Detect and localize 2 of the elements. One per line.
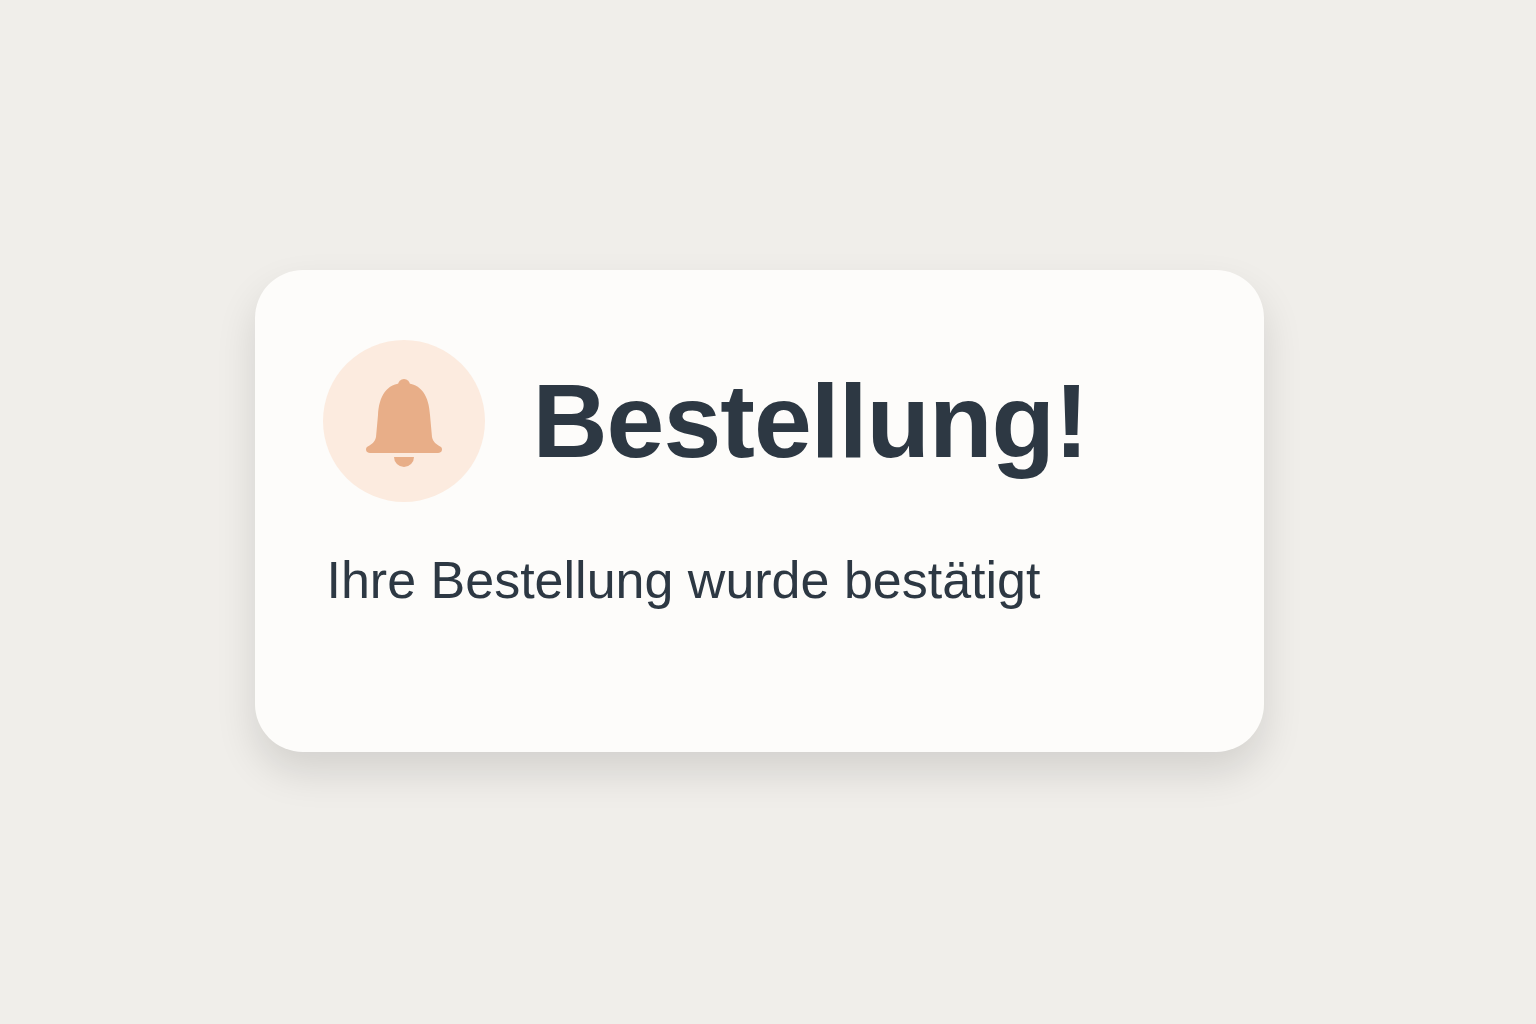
notification-message: Ihre Bestellung wurde bestätigt xyxy=(326,550,1042,610)
notification-title: Bestellung! xyxy=(532,361,1088,481)
